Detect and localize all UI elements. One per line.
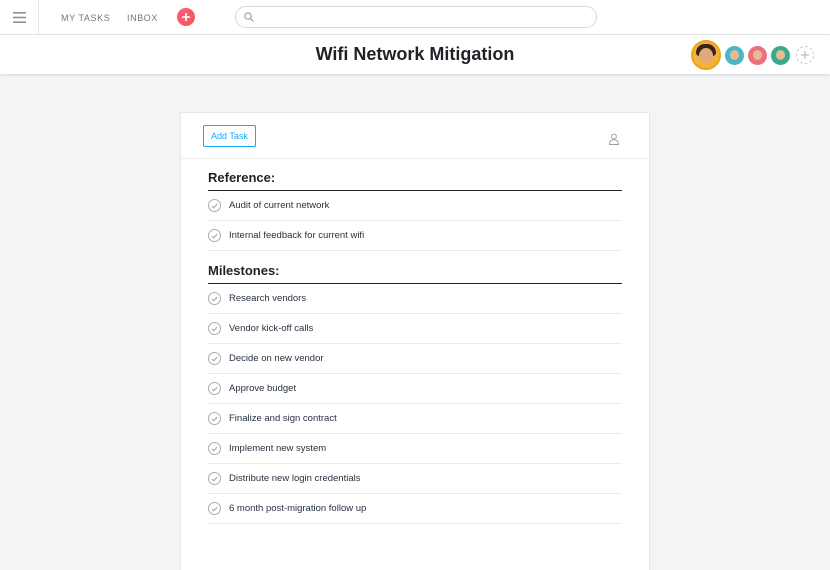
project-header: Wifi Network Mitigation [0, 35, 830, 74]
task-complete-checkbox[interactable] [208, 229, 221, 242]
project-members [687, 40, 814, 70]
checkmark-icon [211, 203, 218, 209]
hamburger-icon [12, 12, 26, 23]
task-name: Vendor kick-off calls [229, 323, 314, 334]
task-name: Implement new system [229, 443, 327, 454]
checkmark-icon [211, 476, 218, 482]
task-row[interactable]: Decide on new vendor [208, 344, 622, 374]
task-name: 6 month post-migration follow up [229, 503, 367, 514]
task-name: Approve budget [229, 383, 297, 394]
checkmark-icon [211, 296, 218, 302]
task-complete-checkbox[interactable] [208, 322, 221, 335]
task-row[interactable]: Finalize and sign contract [208, 404, 622, 434]
task-name: Research vendors [229, 293, 307, 304]
nav-inbox[interactable]: INBOX [127, 13, 158, 23]
task-name: Decide on new vendor [229, 353, 324, 364]
plus-icon [801, 51, 809, 59]
plus-icon [182, 13, 190, 21]
checkmark-icon [211, 326, 218, 332]
task-name: Internal feedback for current wifi [229, 230, 365, 241]
task-list: Reference: Audit of current network Inte… [208, 169, 622, 524]
section-header-reference: Reference: [208, 169, 622, 191]
task-name: Distribute new login credentials [229, 473, 361, 484]
task-row[interactable]: Approve budget [208, 374, 622, 404]
task-name: Audit of current network [229, 200, 330, 211]
avatar[interactable] [748, 45, 767, 65]
hamburger-menu-button[interactable] [0, 0, 39, 35]
checkmark-icon [211, 506, 218, 512]
search-input[interactable] [259, 11, 579, 23]
add-member-button[interactable] [796, 46, 814, 64]
task-row[interactable]: Vendor kick-off calls [208, 314, 622, 344]
task-row[interactable]: Implement new system [208, 434, 622, 464]
task-row[interactable]: Internal feedback for current wifi [208, 221, 622, 251]
task-name: Finalize and sign contract [229, 413, 337, 424]
checkmark-icon [211, 446, 218, 452]
avatar[interactable] [771, 45, 790, 65]
task-complete-checkbox[interactable] [208, 292, 221, 305]
search-icon [244, 12, 254, 22]
avatar[interactable] [691, 40, 721, 70]
checkmark-icon [211, 386, 218, 392]
section-header-milestones: Milestones: [208, 262, 622, 284]
task-row[interactable]: Distribute new login credentials [208, 464, 622, 494]
checkmark-icon [211, 416, 218, 422]
quick-add-button[interactable] [177, 8, 195, 26]
task-complete-checkbox[interactable] [208, 442, 221, 455]
task-row[interactable]: 6 month post-migration follow up [208, 494, 622, 524]
nav-my-tasks[interactable]: MY TASKS [61, 13, 110, 23]
task-complete-checkbox[interactable] [208, 502, 221, 515]
top-bar: MY TASKS INBOX [0, 0, 830, 35]
task-complete-checkbox[interactable] [208, 352, 221, 365]
task-row[interactable]: Audit of current network [208, 191, 622, 221]
task-complete-checkbox[interactable] [208, 382, 221, 395]
task-list-card: Add Task Reference: Audit of current net… [181, 113, 649, 570]
task-complete-checkbox[interactable] [208, 472, 221, 485]
task-complete-checkbox[interactable] [208, 412, 221, 425]
card-toolbar: Add Task [181, 113, 649, 159]
task-complete-checkbox[interactable] [208, 199, 221, 212]
checkmark-icon [211, 233, 218, 239]
task-row[interactable]: Research vendors [208, 284, 622, 314]
person-icon[interactable] [608, 133, 620, 145]
add-task-button[interactable]: Add Task [203, 125, 256, 147]
avatar[interactable] [725, 45, 744, 65]
checkmark-icon [211, 356, 218, 362]
search-bar[interactable] [235, 6, 597, 28]
